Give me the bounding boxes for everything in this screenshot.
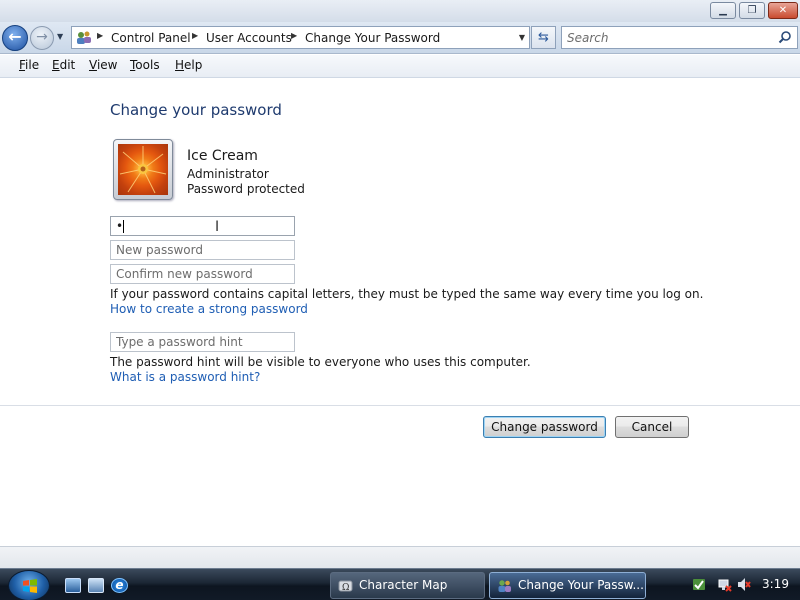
menu-file-rest: ile — [25, 58, 40, 72]
user-password-status: Password protected — [187, 182, 305, 196]
menu-view[interactable]: View — [89, 58, 117, 72]
window-titlebar: ▁ ❐ ✕ — [0, 0, 800, 22]
menu-view-mnemonic: V — [89, 58, 97, 72]
user-name: Ice Cream — [187, 148, 258, 164]
character-map-icon: Ω — [338, 580, 353, 593]
new-password-field[interactable] — [110, 240, 295, 260]
task-label: Character Map — [359, 578, 448, 592]
menu-help-rest: elp — [184, 58, 203, 72]
confirm-password-input[interactable] — [111, 265, 294, 283]
close-button[interactable]: ✕ — [768, 2, 798, 19]
user-avatar — [113, 139, 173, 200]
internet-explorer-icon[interactable]: e — [111, 578, 128, 593]
refresh-button[interactable]: ⇆ — [531, 26, 556, 49]
confirm-password-field[interactable] — [110, 264, 295, 284]
cancel-button[interactable]: Cancel — [615, 416, 689, 438]
maximize-button[interactable]: ❐ — [739, 2, 765, 19]
minimize-button[interactable]: ▁ — [710, 2, 736, 19]
breadcrumb-change-your-password[interactable]: Change Your Password — [305, 31, 440, 45]
address-bar[interactable]: ▶ Control Panel ▶ User Accounts ▶ Change… — [71, 26, 530, 49]
menu-edit-rest: dit — [59, 58, 76, 72]
button-divider — [0, 405, 800, 406]
show-desktop-icon[interactable] — [65, 578, 81, 593]
menu-tools-rest: ools — [135, 58, 160, 72]
search-icon[interactable] — [778, 30, 792, 44]
network-disconnected-icon[interactable] — [718, 577, 732, 592]
windows-logo-icon — [23, 579, 37, 593]
svg-text:Ω: Ω — [342, 583, 349, 593]
address-dropdown-icon[interactable]: ▼ — [519, 33, 525, 42]
page-title: Change your password — [110, 101, 282, 119]
menu-tools[interactable]: Tools — [130, 58, 160, 72]
start-button[interactable] — [8, 570, 50, 600]
current-password-field[interactable]: I — [110, 216, 295, 236]
control-panel-users-icon — [77, 31, 91, 44]
menu-help-mnemonic: H — [175, 58, 185, 72]
hint-visibility-note: The password hint will be visible to eve… — [110, 355, 531, 369]
forward-button[interactable]: → — [30, 26, 54, 50]
password-hint-field[interactable] — [110, 332, 295, 352]
change-password-button[interactable]: Change password — [483, 416, 606, 438]
window-bottom-strip — [0, 546, 800, 568]
taskbar-clock[interactable]: 3:19 — [762, 577, 789, 591]
user-role: Administrator — [187, 167, 269, 181]
text-caret — [123, 220, 124, 233]
password-hint-link[interactable]: What is a password hint? — [110, 370, 260, 384]
search-input[interactable] — [562, 27, 772, 48]
taskbar-button-character-map[interactable]: Ω Character Map — [330, 572, 485, 599]
menu-edit-mnemonic: E — [52, 58, 60, 72]
navigation-bar: ← → ▼ ▶ Control Panel ▶ User Accounts ▶ … — [0, 22, 800, 54]
new-password-input[interactable] — [111, 241, 294, 259]
volume-muted-icon[interactable] — [737, 577, 751, 592]
breadcrumb-user-accounts[interactable]: User Accounts — [206, 31, 292, 45]
current-password-input[interactable] — [111, 217, 294, 235]
ibeam-cursor-icon: I — [215, 219, 220, 235]
menu-view-rest: iew — [96, 58, 118, 72]
task-label: Change Your Passw... — [518, 578, 644, 592]
password-hint-input[interactable] — [111, 333, 294, 351]
breadcrumb-control-panel[interactable]: Control Panel — [111, 31, 191, 45]
strong-password-link[interactable]: How to create a strong password — [110, 302, 308, 316]
capital-letters-note: If your password contains capital letter… — [110, 287, 704, 301]
switch-windows-icon[interactable] — [88, 578, 104, 593]
flower-petals — [119, 146, 167, 194]
taskbar-button-change-your-password[interactable]: Change Your Passw... — [489, 572, 646, 599]
breadcrumb-separator[interactable]: ▶ — [291, 31, 297, 40]
main-content: Change your password Ice Cream Administr… — [0, 79, 800, 546]
user-accounts-icon — [498, 580, 511, 592]
menu-file[interactable]: File — [19, 58, 39, 72]
flower-picture-icon — [118, 144, 168, 195]
menu-bar: File Edit View Tools Help — [0, 55, 800, 78]
menu-edit[interactable]: Edit — [52, 58, 75, 72]
breadcrumb-separator[interactable]: ▶ — [192, 31, 198, 40]
recent-pages-dropdown[interactable]: ▼ — [57, 32, 63, 41]
menu-help[interactable]: Help — [175, 58, 202, 72]
breadcrumb-separator: ▶ — [97, 31, 104, 40]
taskbar: e Ω Character Map Change Your Passw... 3… — [0, 568, 800, 600]
security-center-icon[interactable] — [692, 577, 706, 592]
back-button[interactable]: ← — [2, 25, 28, 51]
search-box[interactable] — [561, 26, 798, 49]
